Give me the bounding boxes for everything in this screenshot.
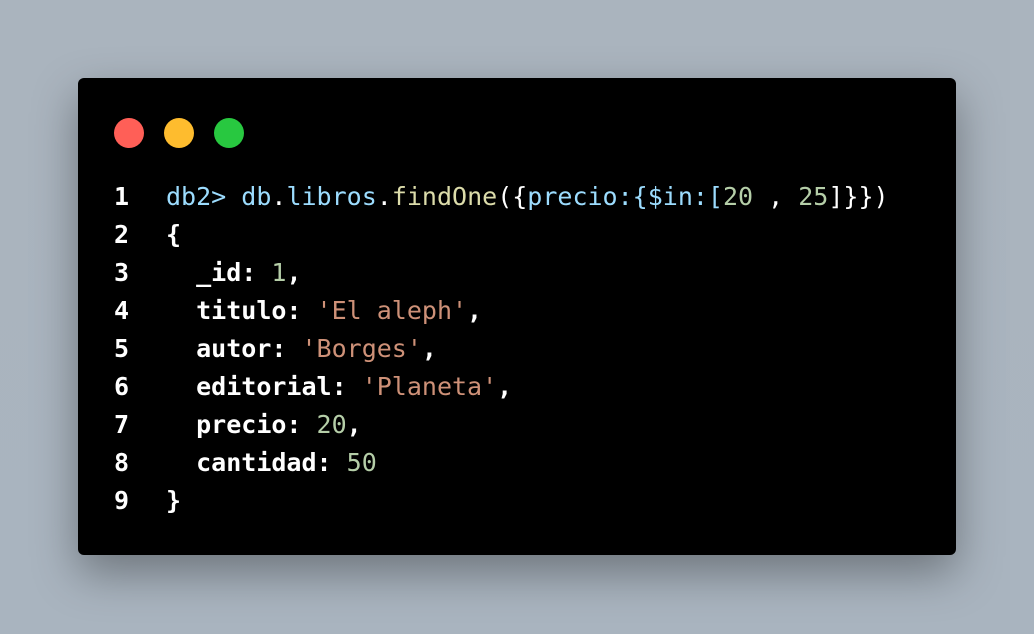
method-name: findOne	[391, 182, 498, 211]
code-text: _id: 1,	[196, 258, 302, 287]
line-number: 5	[114, 334, 130, 363]
collection-name: libros	[286, 182, 377, 211]
code-line: 3 _id: 1,	[114, 254, 889, 292]
separator: ,	[753, 182, 799, 211]
open-brace: {	[166, 220, 182, 249]
dot: .	[271, 182, 287, 211]
field-value: 1	[271, 258, 287, 287]
code-line: 8 cantidad: 50	[114, 444, 889, 482]
code-line: 7 precio: 20,	[114, 406, 889, 444]
line-number: 9	[114, 486, 130, 515]
line-number: 6	[114, 372, 130, 401]
colon-bracket: :[	[692, 182, 723, 211]
line-number: 3	[114, 258, 130, 287]
query-field: precio	[527, 182, 618, 211]
query-operator: $in	[647, 182, 693, 211]
field-key: editorial	[196, 372, 332, 401]
code-line: 9 }	[114, 482, 889, 520]
field-value: 50	[346, 448, 377, 477]
dot: .	[376, 182, 392, 211]
code-text: editorial: 'Planeta',	[196, 372, 513, 401]
line-number: 4	[114, 296, 130, 325]
line-number: 2	[114, 220, 130, 249]
field-value: 'El aleph'	[316, 296, 468, 325]
field-key: cantidad	[196, 448, 317, 477]
code-line: 4 titulo: 'El aleph',	[114, 292, 889, 330]
code-window: 1 db2> db.libros.findOne({precio:{$in:[2…	[78, 78, 956, 555]
code-text: autor: 'Borges',	[196, 334, 437, 363]
comma: ,	[421, 334, 437, 363]
minimize-button[interactable]	[164, 118, 194, 148]
open-brackets: ({	[497, 182, 528, 211]
code-line: 2 {	[114, 216, 889, 254]
window-controls	[114, 118, 244, 148]
code-text: titulo: 'El aleph',	[196, 296, 483, 325]
close-brackets: ]}})	[828, 182, 889, 211]
maximize-button[interactable]	[214, 118, 244, 148]
shell-prompt: db2>	[166, 182, 227, 211]
code-text: cantidad: 50	[196, 448, 377, 477]
comma: ,	[467, 296, 483, 325]
db-object: db	[241, 182, 272, 211]
code-text: precio: 20,	[196, 410, 362, 439]
field-key: _id	[196, 258, 242, 287]
code-line: 6 editorial: 'Planeta',	[114, 368, 889, 406]
code-line: 1 db2> db.libros.findOne({precio:{$in:[2…	[114, 178, 889, 216]
code-block: 1 db2> db.libros.findOne({precio:{$in:[2…	[114, 178, 889, 520]
query-value: 20	[722, 182, 754, 211]
line-number: 8	[114, 448, 130, 477]
line-number: 1	[114, 182, 130, 211]
field-key: titulo	[196, 296, 287, 325]
field-value: 'Borges'	[301, 334, 422, 363]
close-brace: }	[166, 486, 182, 515]
field-value: 'Planeta'	[361, 372, 498, 401]
close-button[interactable]	[114, 118, 144, 148]
query-value: 25	[798, 182, 829, 211]
comma: ,	[497, 372, 513, 401]
code-line: 5 autor: 'Borges',	[114, 330, 889, 368]
field-key: precio	[196, 410, 287, 439]
field-value: 20	[316, 410, 347, 439]
colon-brace: :{	[617, 182, 648, 211]
comma: ,	[286, 258, 302, 287]
code-text: db2> db.libros.findOne({precio:{$in:[20 …	[166, 178, 889, 216]
comma: ,	[346, 410, 362, 439]
field-key: autor	[196, 334, 272, 363]
line-number: 7	[114, 410, 130, 439]
